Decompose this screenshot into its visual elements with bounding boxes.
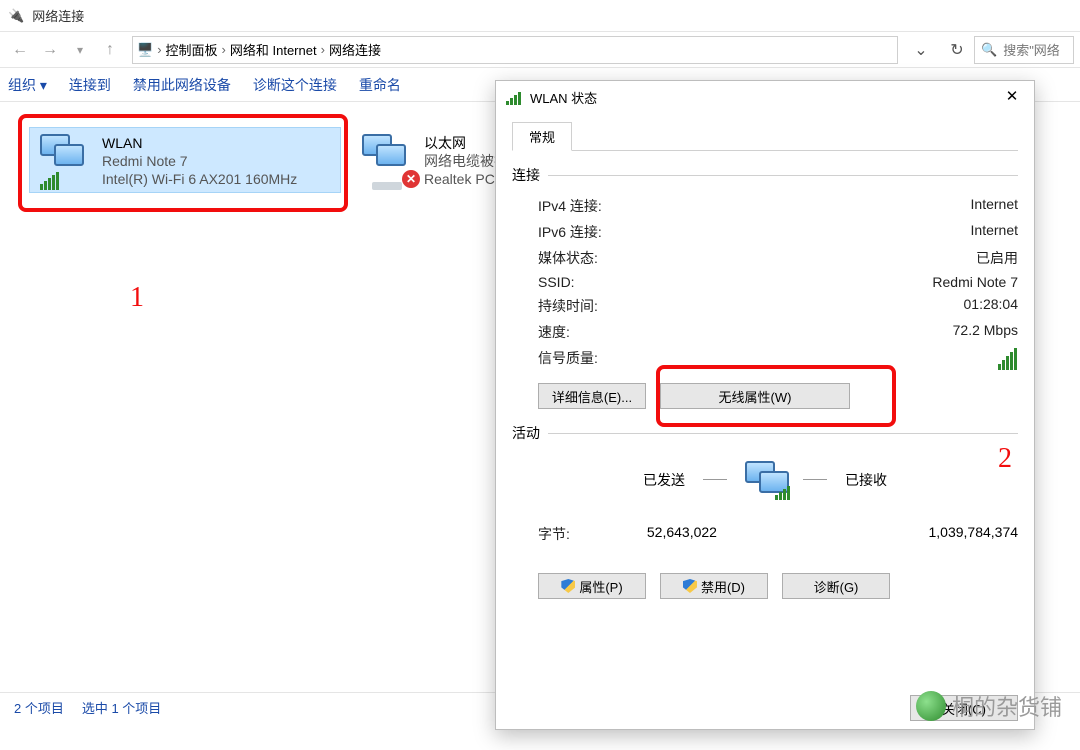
forward-button[interactable]: → [36,36,64,64]
ethernet-adapter-icon: ✕ [362,134,416,186]
status-selected-count: 选中 1 个项目 [82,698,161,717]
recent-locations-button[interactable]: ▾ [66,36,94,64]
details-button[interactable]: 详细信息(E)... [538,383,646,409]
diagnose-button[interactable]: 诊断这个连接 [253,75,337,95]
diagnose-button[interactable]: 诊断(G) [782,573,890,599]
ssid-label: SSID: [538,274,575,290]
properties-button[interactable]: 属性(P) [538,573,646,599]
wlan-status-dialog: WLAN 状态 ✕ 常规 连接 IPv4 连接: Internet IPv6 连接… [495,80,1035,730]
connection-adapter: Intel(R) Wi-Fi 6 AX201 160MHz [102,170,297,188]
shield-icon [683,579,697,593]
network-icon: 🔌 [8,8,24,24]
signal-quality-icon [998,348,1018,370]
search-input[interactable]: 🔍 搜索"网络 [974,36,1074,64]
tab-general[interactable]: 常规 [512,122,572,151]
annotation-label-2: 2 [998,443,1012,475]
disable-device-button[interactable]: 禁用此网络设备 [133,75,231,95]
connection-name: WLAN [102,134,297,152]
speed-label: 速度: [538,322,570,342]
ipv6-value: Internet [971,222,1018,242]
watermark: 桐的杂货铺 [916,690,1062,722]
activity-sent-label: 已发送 [643,470,685,490]
control-panel-icon: 🖥️ [137,42,153,58]
address-dropdown-button[interactable]: ⌄ [906,36,936,64]
speed-value: 72.2 Mbps [953,322,1018,342]
breadcrumb-item[interactable]: 网络和 Internet [230,40,317,59]
group-activity-label: 活动 [512,423,540,443]
wireless-properties-button[interactable]: 无线属性(W) [660,383,850,409]
connection-item-wlan[interactable]: WLAN Redmi Note 7 Intel(R) Wi-Fi 6 AX201… [30,128,340,192]
close-button[interactable]: ✕ [990,81,1034,111]
watermark-icon [916,691,946,721]
rename-button[interactable]: 重命名 [359,75,401,95]
group-connection-label: 连接 [512,165,540,185]
breadcrumb-item[interactable]: 网络连接 [329,40,381,59]
address-bar: ← → ▾ ↑ 🖥️ › 控制面板 › 网络和 Internet › 网络连接 … [0,32,1080,68]
dialog-title-bar[interactable]: WLAN 状态 ✕ [496,81,1034,113]
media-state-label: 媒体状态: [538,248,598,268]
connection-ssid: Redmi Note 7 [102,152,297,170]
ipv6-label: IPv6 连接: [538,222,602,242]
window-title: 网络连接 [32,6,84,25]
search-icon: 🔍 [981,42,997,58]
duration-value: 01:28:04 [964,296,1019,316]
signal-quality-label: 信号质量: [538,348,598,370]
disconnected-icon: ✕ [402,170,420,188]
connect-to-button[interactable]: 连接到 [69,75,111,95]
refresh-button[interactable]: ↻ [942,36,972,64]
wifi-signal-icon [506,90,522,105]
bytes-label: 字节: [538,524,570,544]
breadcrumb[interactable]: 🖥️ › 控制面板 › 网络和 Internet › 网络连接 [132,36,898,64]
wlan-adapter-icon [40,134,94,186]
tab-row: 常规 [512,121,1018,151]
chevron-right-icon: › [222,42,226,57]
search-placeholder: 搜索"网络 [1003,40,1060,59]
ssid-value: Redmi Note 7 [932,274,1018,290]
ipv4-value: Internet [971,196,1018,216]
organize-menu[interactable]: 组织 ▾ [8,75,47,95]
disable-button[interactable]: 禁用(D) [660,573,768,599]
chevron-right-icon: › [321,42,325,57]
duration-label: 持续时间: [538,296,598,316]
shield-icon [561,579,575,593]
annotation-label-1: 1 [130,282,144,314]
ipv4-label: IPv4 连接: [538,196,602,216]
chevron-right-icon: › [157,42,161,57]
dialog-title: WLAN 状态 [530,88,597,107]
watermark-text: 桐的杂货铺 [952,690,1062,722]
back-button[interactable]: ← [6,36,34,64]
explorer-title-bar: 🔌 网络连接 [0,0,1080,32]
bytes-recv-value: 1,039,784,374 [794,524,1018,544]
activity-recv-label: 已接收 [845,470,887,490]
bytes-sent-value: 52,643,022 [570,524,794,544]
status-item-count: 2 个项目 [14,698,64,717]
up-button[interactable]: ↑ [96,36,124,64]
activity-computer-icon [745,461,785,498]
media-state-value: 已启用 [976,248,1018,268]
breadcrumb-item[interactable]: 控制面板 [166,40,218,59]
